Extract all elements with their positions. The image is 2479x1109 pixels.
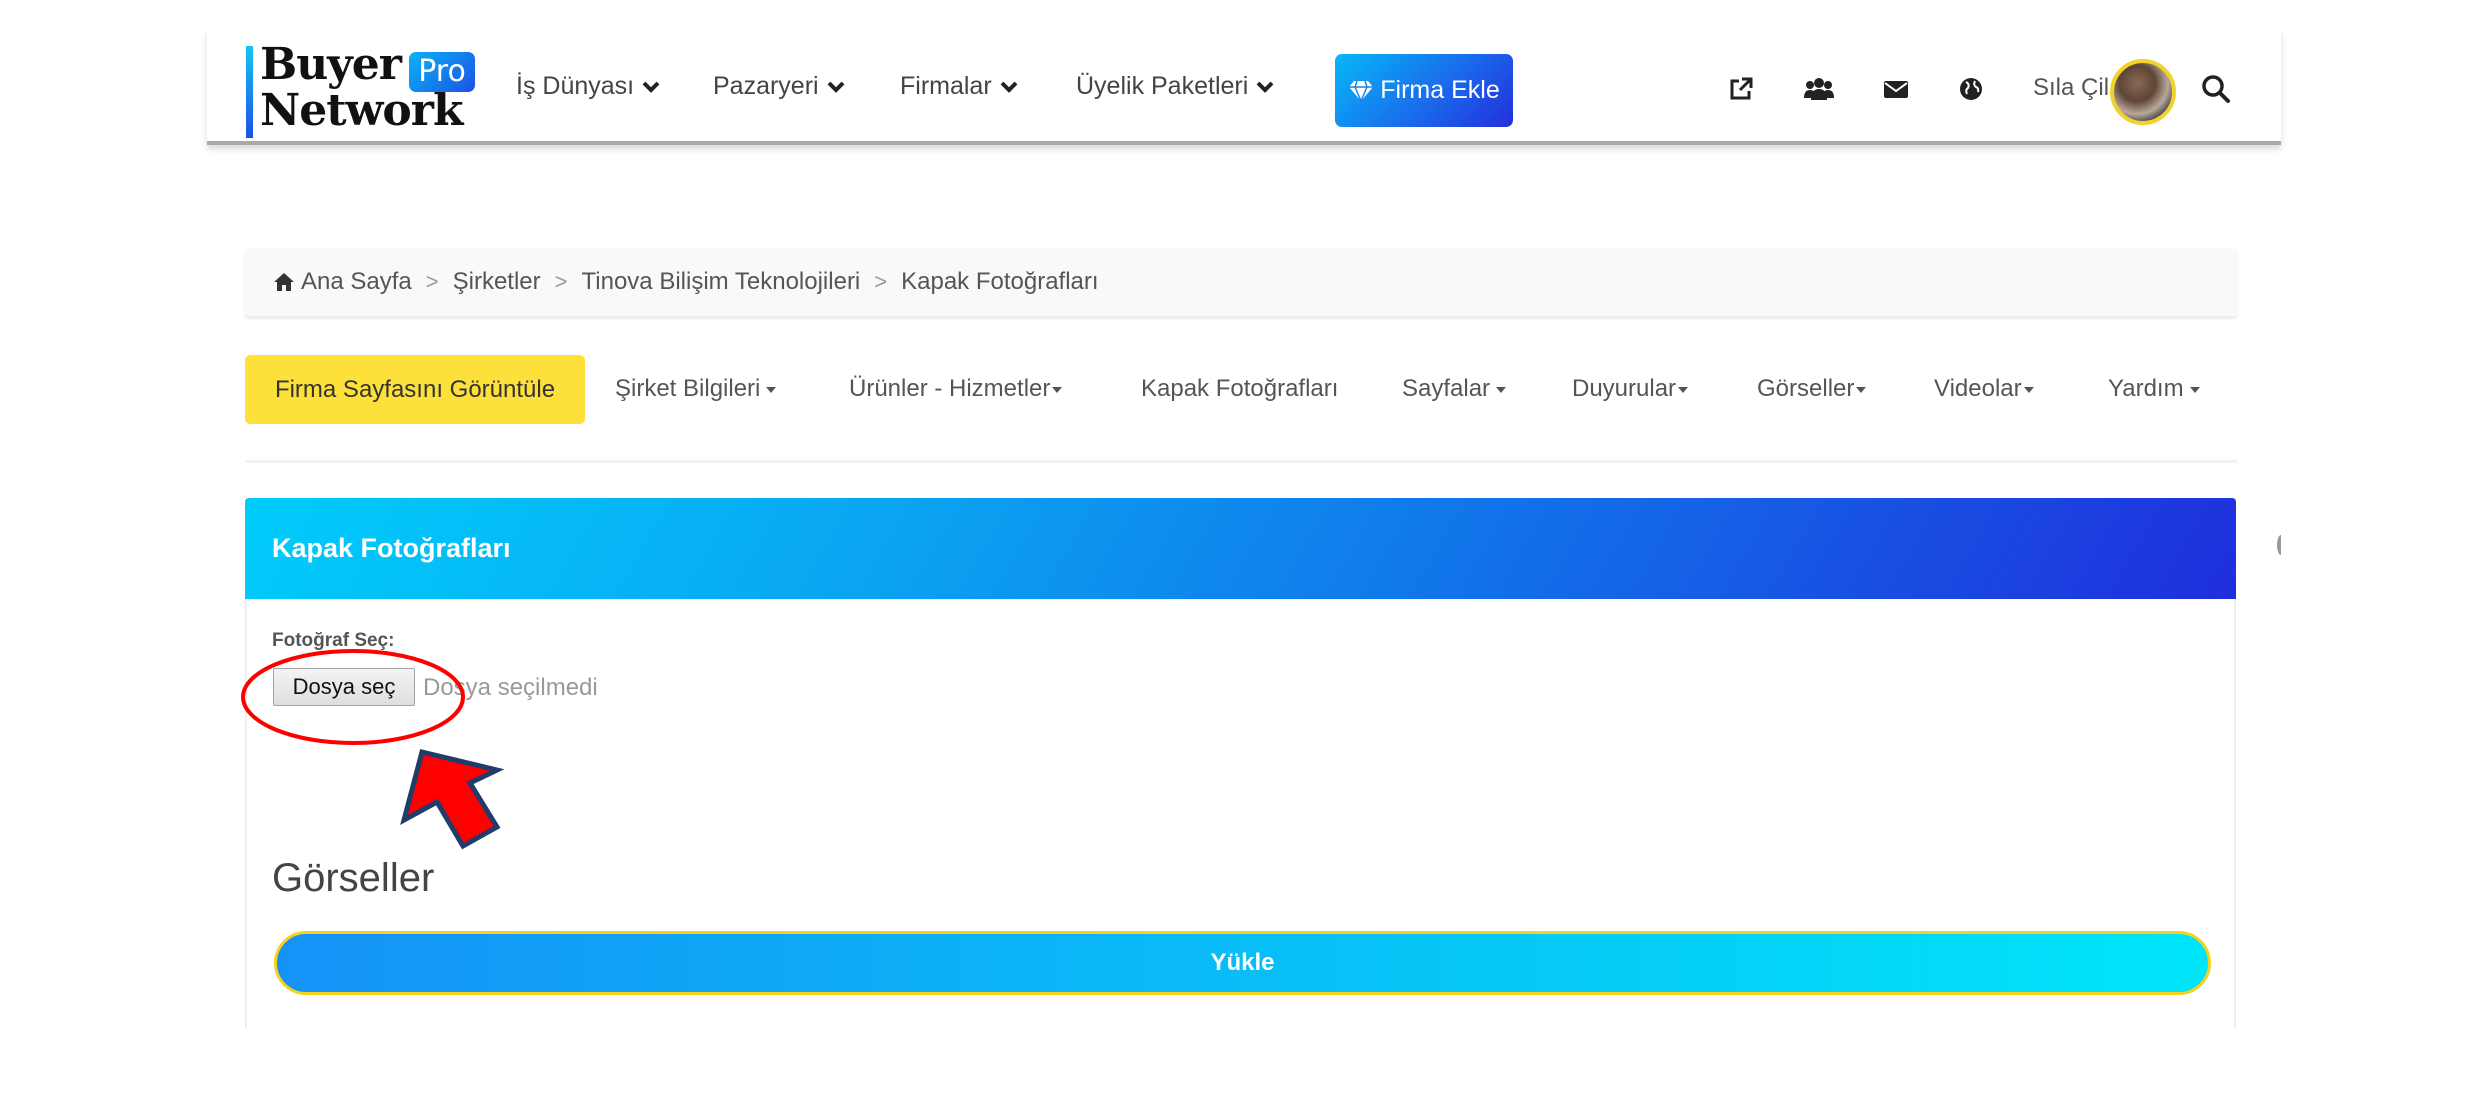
card-title: Kapak Fotoğrafları	[245, 498, 2236, 599]
tab-label: Videolar	[1934, 375, 2022, 402]
tab-gorseller[interactable]: Görseller	[1757, 375, 1867, 403]
tab-videolar[interactable]: Videolar	[1934, 375, 2034, 403]
caret-down-icon	[1678, 386, 1689, 393]
user-avatar[interactable]	[2110, 59, 2176, 125]
tab-sirket-bilgileri[interactable]: Şirket Bilgileri	[615, 375, 777, 403]
tab-duyurular[interactable]: Duyurular	[1572, 375, 1689, 403]
breadcrumb-home[interactable]: Ana Sayfa	[301, 268, 412, 296]
tab-label: Duyurular	[1572, 375, 1677, 402]
home-icon	[274, 273, 294, 291]
tab-label: Kapak Fotoğrafları	[1141, 375, 1339, 402]
upload-button[interactable]: Yükle	[274, 931, 2211, 995]
caret-down-icon	[1496, 386, 1507, 393]
breadcrumb-separator: >	[874, 269, 888, 294]
logo-accent-bar	[246, 46, 253, 138]
breadcrumb: Ana Sayfa > Şirketler > Tinova Bilişim T…	[245, 248, 2237, 316]
external-link-icon[interactable]	[1728, 76, 1754, 102]
breadcrumb-company[interactable]: Tinova Bilişim Teknolojileri	[582, 268, 861, 296]
nav-label: İş Dünyası	[516, 72, 635, 100]
tab-label: Ürünler - Hizmetler	[849, 375, 1051, 402]
nav-label: Üyelik Paketleri	[1076, 72, 1249, 100]
tab-yardim[interactable]: Yardım	[2108, 375, 2200, 403]
partial-glyph	[2277, 535, 2285, 555]
breadcrumb-separator: >	[554, 269, 568, 294]
tab-urunler-hizmetler[interactable]: Ürünler - Hizmetler	[849, 375, 1063, 403]
chevron-down-icon	[1256, 81, 1274, 93]
section-divider	[245, 460, 2237, 463]
tab-label: Görseller	[1757, 375, 1855, 402]
chevron-down-icon	[827, 81, 845, 93]
nav-firmalar[interactable]: Firmalar	[900, 72, 1018, 101]
breadcrumb-current: Kapak Fotoğrafları	[901, 268, 1099, 295]
search-icon[interactable]	[2201, 74, 2231, 104]
view-company-page-button[interactable]: Firma Sayfasını Görüntüle	[245, 355, 585, 424]
images-section-title: Görseller	[272, 856, 435, 900]
nav-uyelik-paketleri[interactable]: Üyelik Paketleri	[1076, 72, 1274, 101]
nav-pazaryeri[interactable]: Pazaryeri	[713, 72, 845, 101]
globe-icon[interactable]	[1958, 76, 1984, 102]
tab-label: Şirket Bilgileri	[615, 375, 761, 402]
tab-sayfalar[interactable]: Sayfalar	[1402, 375, 1507, 403]
buyer-network-pro-logo[interactable]: Buyer Network Pro	[246, 42, 478, 138]
choose-file-button[interactable]: Dosya seç	[273, 668, 415, 706]
logo-pro-badge: Pro	[409, 52, 475, 92]
photo-select-label: Fotoğraf Seç:	[272, 630, 395, 651]
user-name[interactable]: Sıla Çil	[2033, 74, 2109, 102]
caret-down-icon	[1856, 386, 1867, 393]
caret-down-icon	[1052, 386, 1063, 393]
logo-line-2: Network	[260, 85, 463, 136]
chevron-down-icon	[1000, 81, 1018, 93]
nav-label: Pazaryeri	[713, 72, 819, 100]
firma-ekle-button[interactable]: Firma Ekle	[1335, 54, 1513, 127]
tab-kapak-fotograflari[interactable]: Kapak Fotoğrafları	[1141, 375, 1338, 403]
caret-down-icon	[2023, 386, 2034, 393]
nav-label: Firmalar	[900, 72, 992, 100]
tab-label: Sayfalar	[1402, 375, 1491, 402]
nav-is-dunyasi[interactable]: İş Dünyası	[516, 72, 660, 101]
users-icon[interactable]	[1804, 76, 1834, 102]
breadcrumb-sirketler[interactable]: Şirketler	[453, 268, 541, 296]
cover-photos-card: Kapak Fotoğrafları Fotoğraf Seç: Dosya s…	[245, 498, 2236, 1029]
caret-down-icon	[766, 386, 777, 393]
breadcrumb-separator: >	[425, 269, 439, 294]
company-tabs: Firma Sayfasını Görüntüle Şirket Bilgile…	[245, 355, 2237, 424]
tab-label: Yardım	[2108, 375, 2184, 402]
top-navbar: Buyer Network Pro İş Dünyası Pazaryeri F…	[207, 30, 2281, 145]
envelope-icon[interactable]	[1883, 76, 1909, 102]
firma-ekle-label: Firma Ekle	[1380, 76, 1500, 104]
diamond-icon	[1349, 80, 1374, 101]
caret-down-icon	[2189, 386, 2200, 393]
file-status-text: Dosya seçilmedi	[423, 674, 598, 701]
chevron-down-icon	[642, 81, 660, 93]
